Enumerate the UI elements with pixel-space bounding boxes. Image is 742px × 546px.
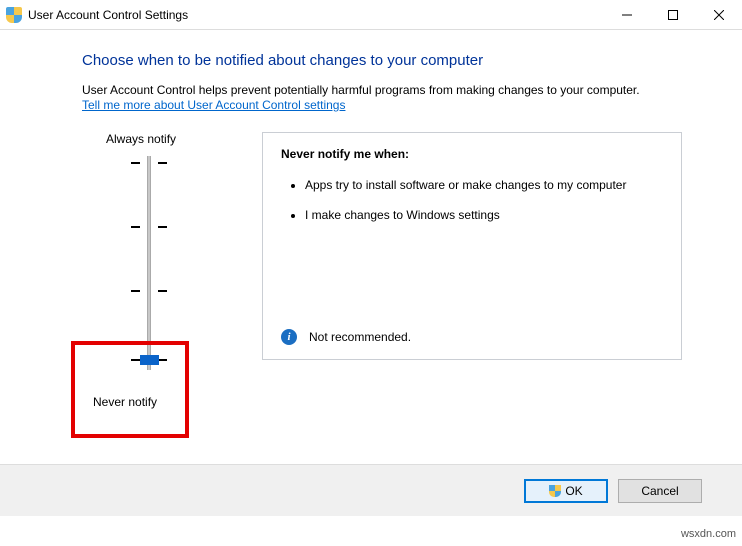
watermark: wsxdn.com [681, 528, 736, 540]
recommendation-text: Not recommended. [309, 330, 411, 344]
cancel-button-label: Cancel [641, 484, 678, 498]
panel-list: Apps try to install software or make cha… [305, 177, 663, 237]
notification-slider[interactable]: Always notify [82, 132, 232, 370]
detail-panel: Never notify me when: Apps try to instal… [262, 132, 682, 360]
footer-bar: OK Cancel [0, 464, 742, 516]
window-controls [604, 0, 742, 30]
window-title: User Account Control Settings [28, 8, 188, 22]
content-area: Choose when to be notified about changes… [0, 30, 742, 370]
ok-button-label: OK [565, 484, 582, 498]
slider-bottom-label: Never notify [93, 395, 157, 409]
list-item: I make changes to Windows settings [305, 207, 663, 223]
info-icon: i [281, 329, 297, 345]
cancel-button[interactable]: Cancel [618, 479, 702, 503]
shield-icon [6, 7, 22, 23]
close-button[interactable] [696, 0, 742, 30]
highlight-annotation [71, 341, 189, 438]
list-item: Apps try to install software or make cha… [305, 177, 663, 193]
page-title: Choose when to be notified about changes… [82, 52, 682, 69]
titlebar: User Account Control Settings [0, 0, 742, 30]
ok-button[interactable]: OK [524, 479, 608, 503]
minimize-button[interactable] [604, 0, 650, 30]
learn-more-link[interactable]: Tell me more about User Account Control … [82, 98, 345, 112]
description-text: User Account Control helps prevent poten… [82, 83, 682, 97]
panel-title: Never notify me when: [281, 147, 663, 161]
maximize-button[interactable] [650, 0, 696, 30]
shield-icon [549, 485, 561, 497]
slider-top-label: Always notify [106, 132, 232, 146]
